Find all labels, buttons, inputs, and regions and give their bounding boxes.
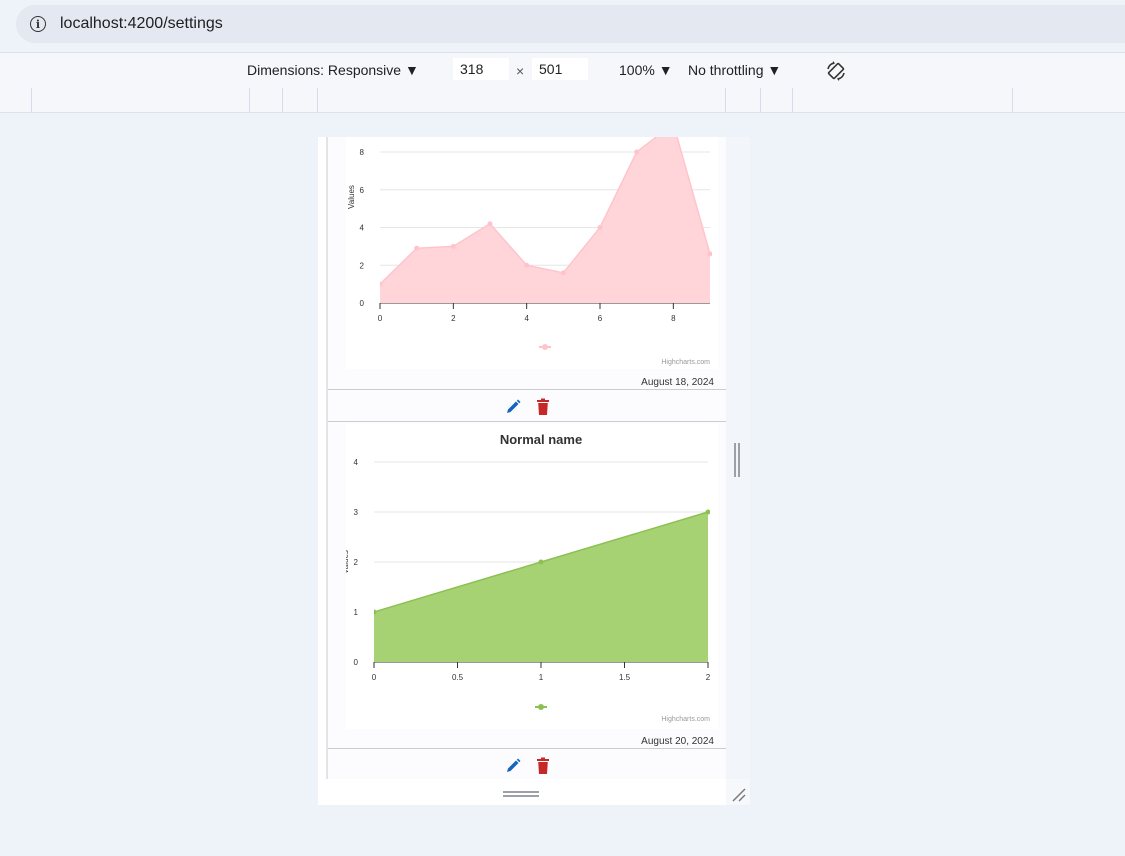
address-bar[interactable]: i localhost:4200/settings [16, 5, 1125, 43]
plot-area [374, 509, 710, 662]
area-chart-1: 0 2 4 6 8 0 2 4 6 8 Values [347, 137, 712, 350]
plot-area [380, 137, 712, 303]
ruler-tick [725, 88, 726, 112]
card-actions [328, 757, 726, 775]
divider [328, 748, 726, 749]
ruler-tick [1012, 88, 1013, 112]
card-date: August 20, 2024 [641, 736, 714, 747]
x-tick-label: 6 [598, 314, 603, 323]
cards-column: 0 2 4 6 8 0 2 4 6 8 Values Highcharts.com August 1… [326, 137, 726, 779]
chart-card-2: 0 1 2 3 4 0 0.5 1 1.5 2 Values Normal name Highchar… [341, 424, 718, 729]
trash-icon[interactable] [535, 398, 551, 416]
y-tick-label: 0 [360, 299, 365, 308]
data-point [380, 281, 383, 287]
y-tick-label: 6 [360, 186, 365, 195]
data-point [707, 251, 712, 257]
legend-symbol [538, 704, 544, 710]
x-tick-label: 0 [378, 314, 383, 323]
card-date: August 18, 2024 [641, 377, 714, 388]
y-tick-label: 0 [354, 658, 359, 667]
chart-title: Normal name [500, 432, 582, 447]
emulated-viewport: 0 2 4 6 8 0 2 4 6 8 Values Highcharts.com August 1… [318, 137, 726, 805]
ruler-tick [317, 88, 318, 112]
x-tick-label: 1 [539, 673, 544, 682]
y-tick-label: 3 [354, 508, 359, 517]
divider [328, 421, 726, 422]
ruler-tick [31, 88, 32, 112]
data-point [374, 609, 377, 615]
card-actions [328, 398, 726, 416]
ruler-tick [760, 88, 761, 112]
trash-icon[interactable] [535, 757, 551, 775]
x-tick-label: 2 [706, 673, 711, 682]
highcharts-credit[interactable]: Highcharts.com [661, 716, 710, 723]
device-toolbar: Dimensions: Responsive ▼ 318 × 501 100% … [0, 52, 1125, 90]
zoom-dropdown[interactable]: 100% ▼ [619, 62, 673, 78]
legend-symbol [542, 344, 548, 350]
data-point [560, 270, 566, 276]
width-input[interactable]: 318 [453, 58, 509, 80]
y-tick-label: 4 [354, 458, 359, 467]
x-tick-label: 8 [671, 314, 676, 323]
height-input[interactable]: 501 [532, 58, 588, 80]
area-chart-2: 0 1 2 3 4 0 0.5 1 1.5 2 Values Normal name [341, 432, 711, 710]
right-resize-handle[interactable] [733, 443, 741, 477]
chart-card-1: 0 2 4 6 8 0 2 4 6 8 Values Highcharts.com [346, 137, 718, 369]
info-icon[interactable]: i [30, 16, 46, 32]
area-fill [380, 137, 710, 303]
y-tick-label: 1 [354, 608, 359, 617]
dimensions-dropdown[interactable]: Dimensions: Responsive ▼ [247, 62, 419, 78]
divider [328, 389, 726, 390]
media-query-bar [0, 88, 1125, 113]
times-separator: × [516, 63, 525, 79]
x-tick-label: 1.5 [619, 673, 631, 682]
data-point [634, 149, 640, 155]
y-axis-title: Values [347, 185, 356, 209]
url-text[interactable]: localhost:4200/settings [60, 15, 223, 33]
rotate-icon[interactable] [824, 59, 848, 83]
y-tick-label: 2 [360, 261, 365, 270]
data-point [487, 221, 493, 227]
data-point [705, 509, 710, 515]
ruler-tick [249, 88, 250, 112]
highcharts-credit[interactable]: Highcharts.com [661, 359, 710, 366]
x-tick-label: 0 [372, 673, 377, 682]
pencil-icon[interactable] [505, 757, 521, 775]
throttling-dropdown[interactable]: No throttling ▼ [688, 62, 781, 78]
pencil-icon[interactable] [505, 398, 521, 416]
y-tick-label: 4 [360, 224, 365, 233]
y-tick-label: 8 [360, 148, 365, 157]
bottom-resize-handle[interactable] [503, 790, 539, 798]
data-point [524, 262, 530, 268]
data-point [414, 245, 420, 251]
x-tick-label: 2 [451, 314, 456, 323]
ruler-tick [282, 88, 283, 112]
area-fill [374, 512, 708, 662]
x-tick-label: 0.5 [452, 673, 464, 682]
y-tick-label: 2 [354, 558, 359, 567]
data-point [538, 559, 544, 565]
corner-resize-handle[interactable] [730, 786, 746, 802]
y-axis-title: Values [346, 550, 350, 574]
x-tick-label: 4 [524, 314, 529, 323]
ruler-tick [792, 88, 793, 112]
data-point [597, 225, 603, 230]
data-point [450, 243, 456, 249]
